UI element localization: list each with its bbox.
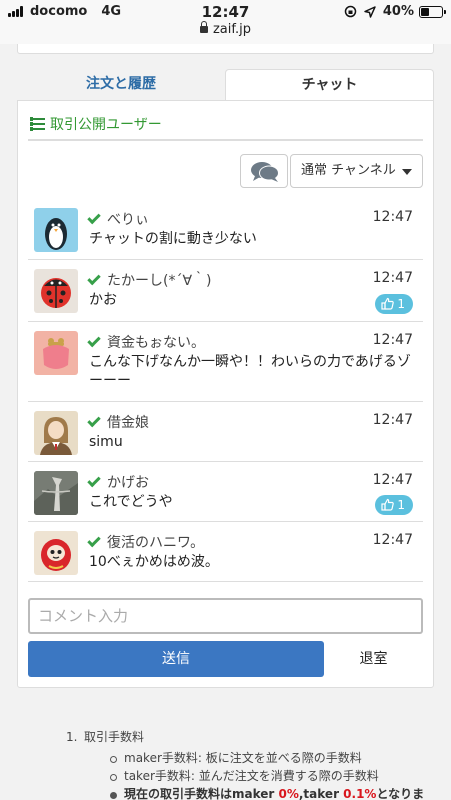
message-text: simu xyxy=(89,434,123,450)
check-icon xyxy=(87,473,101,487)
channel-select-value: 通常 チャンネル xyxy=(301,163,396,178)
like-button[interactable]: 1 xyxy=(375,495,413,515)
battery-percent: 40% xyxy=(382,4,414,19)
public-users-label: 取引公開ユーザー xyxy=(50,117,162,133)
fee-title: 取引手数料 xyxy=(84,730,145,744)
message-time: 12:47 xyxy=(372,270,413,286)
message-time: 12:47 xyxy=(372,472,413,488)
message-time: 12:47 xyxy=(372,412,413,428)
chat-message: 資金もぉない。 12:47 こんな下げなんか一瞬や！！わいらの力であげるゾーーー xyxy=(28,321,423,401)
current-fee-item: 現在の取引手数料はmaker 0%,taker 0.1%となりま xyxy=(109,785,425,800)
message-text: これでどうや xyxy=(89,494,173,510)
fee-heading: 1. 取引手数料 xyxy=(66,728,424,746)
username-text: 復活のハニワ。 xyxy=(107,535,205,551)
message-time: 12:47 xyxy=(372,332,413,348)
username-text: たかーし(*´∀｀) xyxy=(107,273,212,289)
message-time: 12:47 xyxy=(372,532,413,548)
username: 借金娘 xyxy=(87,412,149,432)
message-text: こんな下げなんか一瞬や！！わいらの力であげるゾーーー xyxy=(89,354,411,389)
like-button[interactable]: 1 xyxy=(375,294,413,314)
message-text: かお xyxy=(89,292,117,308)
leave-button[interactable]: 退室 xyxy=(324,641,423,677)
username: かげお xyxy=(87,472,149,492)
check-icon xyxy=(87,271,101,285)
username-text: 資金もぉない。 xyxy=(107,335,205,351)
username-text: かげお xyxy=(107,475,149,491)
coin-purse-avatar xyxy=(34,331,78,375)
check-icon xyxy=(87,413,101,427)
thumbs-up-icon xyxy=(381,297,394,310)
current-fee-mid: ,taker xyxy=(298,787,344,800)
username-text: べりぃ xyxy=(107,212,149,228)
message-time: 12:47 xyxy=(372,209,413,225)
message-text: チャットの割に動き少ない xyxy=(89,231,257,247)
orientation-lock-icon xyxy=(344,5,357,18)
username: べりぃ xyxy=(87,209,149,229)
username: 資金もぉない。 xyxy=(87,332,205,352)
taker-fee-item: taker手数料: 並んだ注文を消費する際の手数料 xyxy=(109,767,424,785)
fee-info: 1. 取引手数料 maker手数料: 板に注文を並べる際の手数料 taker手数料… xyxy=(66,728,424,800)
chat-bubble-button[interactable] xyxy=(240,154,288,188)
channel-select[interactable]: 通常 チャンネル xyxy=(290,154,423,188)
chat-message: かげお 12:47 これでどうや 1 xyxy=(28,461,423,521)
chat-message: たかーし(*´∀｀) 12:47 かお 1 xyxy=(28,259,423,321)
woman-avatar xyxy=(34,411,78,455)
tab-chat[interactable]: チャット xyxy=(225,69,434,101)
like-count: 1 xyxy=(397,498,405,512)
public-users-link[interactable]: 取引公開ユーザー xyxy=(30,114,162,134)
check-icon xyxy=(87,533,101,547)
caret-down-icon xyxy=(402,169,412,175)
username: 復活のハニワ。 xyxy=(87,532,205,552)
chat-message: 復活のハニワ。 12:47 10べぇかめはめ波。 xyxy=(28,521,423,581)
chat-message: 借金娘 12:47 simu xyxy=(28,401,423,461)
message-text: 10べぇかめはめ波。 xyxy=(89,554,219,570)
comment-input[interactable] xyxy=(28,598,423,634)
thumbs-up-icon xyxy=(381,498,394,511)
taker-rate: 0.1% xyxy=(343,787,377,800)
maker-fee-item: maker手数料: 板に注文を並べる際の手数料 xyxy=(109,749,424,767)
photo-avatar xyxy=(34,471,78,515)
chat-bubbles-icon xyxy=(251,162,279,182)
chat-panel: 取引公開ユーザー 通常 チャンネル べりぃ 12:47 チャットの割に動き少ない… xyxy=(17,100,434,688)
list-number: 1. xyxy=(66,730,78,744)
username-text: 借金娘 xyxy=(107,415,149,431)
lock-icon xyxy=(199,21,208,33)
location-icon xyxy=(364,5,376,18)
battery-icon xyxy=(419,5,446,18)
divider xyxy=(28,581,423,582)
url-text: zaif.jp xyxy=(212,22,252,37)
current-fee-suffix: となりま xyxy=(376,787,425,800)
current-fee-prefix: 現在の取引手数料はmaker xyxy=(124,787,279,800)
send-button[interactable]: 送信 xyxy=(28,641,324,677)
chat-message: べりぃ 12:47 チャットの割に動き少ない xyxy=(28,199,423,259)
divider xyxy=(28,139,423,141)
like-count: 1 xyxy=(397,297,405,311)
list-icon xyxy=(30,117,45,131)
daruma-avatar xyxy=(34,531,78,575)
url-bar[interactable]: zaif.jp xyxy=(0,21,451,37)
ladybug-avatar xyxy=(34,269,78,313)
tab-orders-history[interactable]: 注文と履歴 xyxy=(17,69,225,101)
battery-level xyxy=(421,7,429,16)
maker-rate: 0% xyxy=(278,787,299,800)
username: たかーし(*´∀｀) xyxy=(87,270,212,290)
penguin-avatar xyxy=(34,208,78,252)
previous-panel-edge xyxy=(17,44,434,54)
status-bar: docomo 4G 12:47 zaif.jp 40% xyxy=(0,0,451,44)
check-icon xyxy=(87,210,101,224)
status-right: 40% xyxy=(344,4,446,19)
check-icon xyxy=(87,333,101,347)
